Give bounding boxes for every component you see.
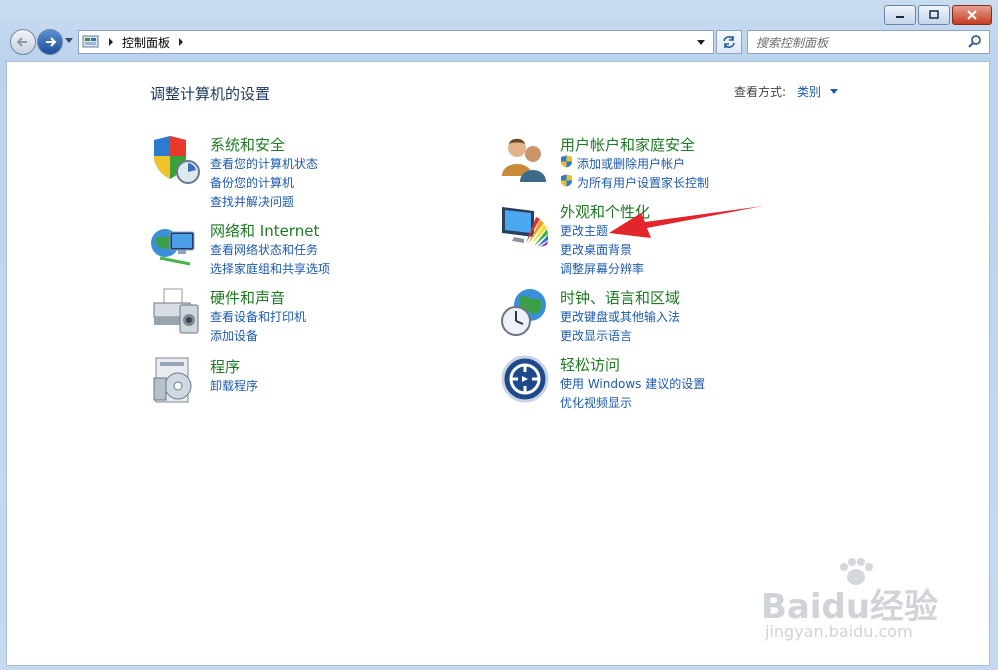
forward-arrow-icon [46, 37, 57, 47]
view-by-label: 查看方式: [734, 85, 787, 99]
back-button[interactable] [10, 29, 36, 55]
view-by-chevron-icon[interactable] [829, 88, 839, 96]
search-placeholder: 搜索控制面板 [756, 35, 829, 50]
security-shield-icon[interactable] [150, 134, 200, 184]
search-input[interactable]: 搜索控制面板 [747, 30, 990, 54]
maximize-button[interactable] [918, 5, 950, 25]
recent-pages-dropdown-icon[interactable] [64, 37, 74, 45]
address-box[interactable]: 控制面板 [78, 30, 714, 54]
link-adjust-resolution[interactable]: 调整屏幕分辨率 [560, 260, 644, 277]
link-parental-controls[interactable]: 为所有用户设置家长控制 [577, 174, 709, 191]
maximize-icon [929, 10, 939, 19]
address-dropdown-icon[interactable] [695, 37, 707, 47]
watermark-url: jingyan.baidu.com [765, 622, 913, 641]
link-find-fix-problems[interactable]: 查找并解决问题 [210, 193, 294, 210]
refresh-button[interactable] [716, 30, 742, 54]
category-system-security: 系统和安全 查看您的计算机状态 备份您的计算机 查找并解决问题 [150, 134, 450, 209]
control-panel-icon [82, 35, 99, 48]
view-by-dropdown[interactable]: 类别 [797, 83, 839, 100]
link-homegroup-sharing[interactable]: 选择家庭组和共享选项 [210, 260, 330, 277]
forward-button[interactable] [37, 29, 63, 55]
search-icon[interactable] [967, 34, 983, 50]
programs-disc-icon[interactable] [150, 356, 200, 406]
category-title[interactable]: 时钟、语言和区域 [560, 287, 680, 308]
category-programs: 程序 卸载程序 [150, 356, 450, 406]
link-view-computer-status[interactable]: 查看您的计算机状态 [210, 155, 318, 172]
link-add-remove-user[interactable]: 添加或删除用户帐户 [577, 155, 685, 172]
category-title[interactable]: 程序 [210, 356, 240, 377]
printer-icon[interactable] [150, 287, 200, 337]
address-toolbar: 控制面板 搜索控制面板 [0, 27, 998, 57]
uac-shield-icon [561, 155, 572, 168]
page-title: 调整计算机的设置 [150, 85, 271, 103]
category-title[interactable]: 轻松访问 [560, 354, 620, 375]
category-user-accounts: 用户帐户和家庭安全 添加或删除用户帐户 为所有用户设置家长控制 [500, 134, 800, 194]
users-icon[interactable] [500, 134, 550, 184]
annotation-arrow-icon [609, 206, 763, 238]
category-title[interactable]: 用户帐户和家庭安全 [560, 134, 695, 155]
monitor-colors-icon[interactable] [500, 201, 550, 251]
link-backup-computer[interactable]: 备份您的计算机 [210, 174, 294, 191]
link-change-display-language[interactable]: 更改显示语言 [560, 327, 632, 344]
category-ease-of-access: 轻松访问 使用 Windows 建议的设置 优化视频显示 [500, 354, 800, 414]
window-frame: 控制面板 搜索控制面板 调整计算机的设置 查看方式: 类别 系统和安全 查看您的… [0, 0, 998, 670]
category-network-internet: 网络和 Internet 查看网络状态和任务 选择家庭组和共享选项 [150, 220, 450, 280]
network-globe-icon[interactable] [150, 220, 200, 270]
link-optimize-video-display[interactable]: 优化视频显示 [560, 394, 632, 411]
breadcrumb-separator-icon[interactable] [106, 37, 116, 47]
link-view-network-status[interactable]: 查看网络状态和任务 [210, 241, 318, 258]
close-button[interactable] [952, 5, 992, 25]
link-windows-recommended-settings[interactable]: 使用 Windows 建议的设置 [560, 375, 705, 392]
clock-globe-icon[interactable] [500, 287, 550, 337]
link-change-keyboard-input[interactable]: 更改键盘或其他输入法 [560, 308, 680, 325]
category-title[interactable]: 系统和安全 [210, 134, 285, 155]
category-title[interactable]: 网络和 Internet [210, 220, 319, 241]
category-hardware-sound: 硬件和声音 查看设备和打印机 添加设备 [150, 287, 450, 347]
back-arrow-icon [16, 37, 27, 47]
ease-of-access-icon[interactable] [500, 354, 550, 404]
category-clock-language-region: 时钟、语言和区域 更改键盘或其他输入法 更改显示语言 [500, 287, 800, 347]
close-icon [967, 10, 977, 20]
link-view-devices-printers[interactable]: 查看设备和打印机 [210, 308, 306, 325]
breadcrumb-separator-icon[interactable] [176, 37, 186, 47]
control-panel-content: 调整计算机的设置 查看方式: 类别 系统和安全 查看您的计算机状态 备份您的计算… [6, 61, 990, 666]
window-controls [884, 5, 992, 25]
minimize-icon [896, 16, 904, 18]
view-by-value[interactable]: 类别 [797, 85, 821, 99]
link-change-theme[interactable]: 更改主题 [560, 222, 608, 239]
refresh-icon [723, 36, 735, 48]
uac-shield-icon [561, 174, 572, 187]
link-uninstall-program[interactable]: 卸载程序 [210, 377, 258, 394]
link-add-device[interactable]: 添加设备 [210, 327, 258, 344]
breadcrumb-control-panel[interactable]: 控制面板 [122, 34, 170, 51]
watermark-logo: Baidu经验 [761, 587, 939, 627]
category-title[interactable]: 硬件和声音 [210, 287, 285, 308]
minimize-button[interactable] [884, 5, 916, 25]
